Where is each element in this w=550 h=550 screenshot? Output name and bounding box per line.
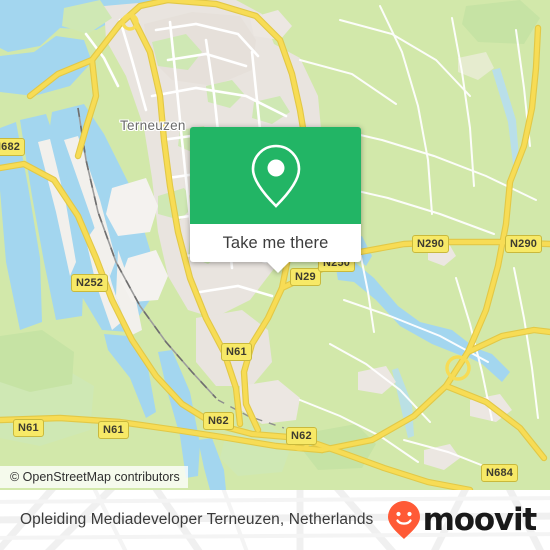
map-pin-icon [251,144,300,208]
road-shield-n252[interactable]: N252 [71,274,109,292]
destination-callout-card[interactable]: Take me there [190,127,361,273]
road-shield-n290-east[interactable]: N290 [505,235,543,253]
footer-bar: Opleiding Mediadeveloper Terneuzen, Neth… [0,490,550,550]
road-shield-n684[interactable]: N684 [481,464,519,482]
road-shield-n62-west[interactable]: N62 [203,412,234,430]
road-shield-n29[interactable]: N29 [290,268,321,286]
road-shield-n682[interactable]: N682 [0,138,26,156]
location-title: Opleiding Mediadeveloper Terneuzen, Neth… [20,511,374,528]
road-shield-n62-east[interactable]: N62 [286,427,317,445]
road-shield-n290-west[interactable]: N290 [412,235,450,253]
callout-action-bar[interactable]: Take me there [190,224,361,262]
place-label-terneuzen: Terneuzen [120,118,186,133]
road-shield-n61-mid[interactable]: N61 [98,421,129,439]
road-shield-n61-west[interactable]: N61 [13,419,44,437]
osm-attribution[interactable]: © OpenStreetMap contributors [0,466,188,488]
moovit-wordmark: moovit [422,501,538,538]
map-canvas[interactable]: Terneuzen N682 N252 N290 N290 N29 N250 N… [0,0,550,490]
callout-pointer-tail [267,262,289,273]
footer-content: Opleiding Mediadeveloper Terneuzen, Neth… [0,490,550,550]
moovit-logo[interactable]: moovit [387,500,538,540]
moovit-map-screenshot: Terneuzen N682 N252 N290 N290 N29 N250 N… [0,0,550,550]
take-me-there-label: Take me there [222,233,329,252]
callout-header [190,127,361,224]
moovit-smiley-pin-icon [387,501,420,539]
road-shield-n61-center[interactable]: N61 [221,343,252,361]
